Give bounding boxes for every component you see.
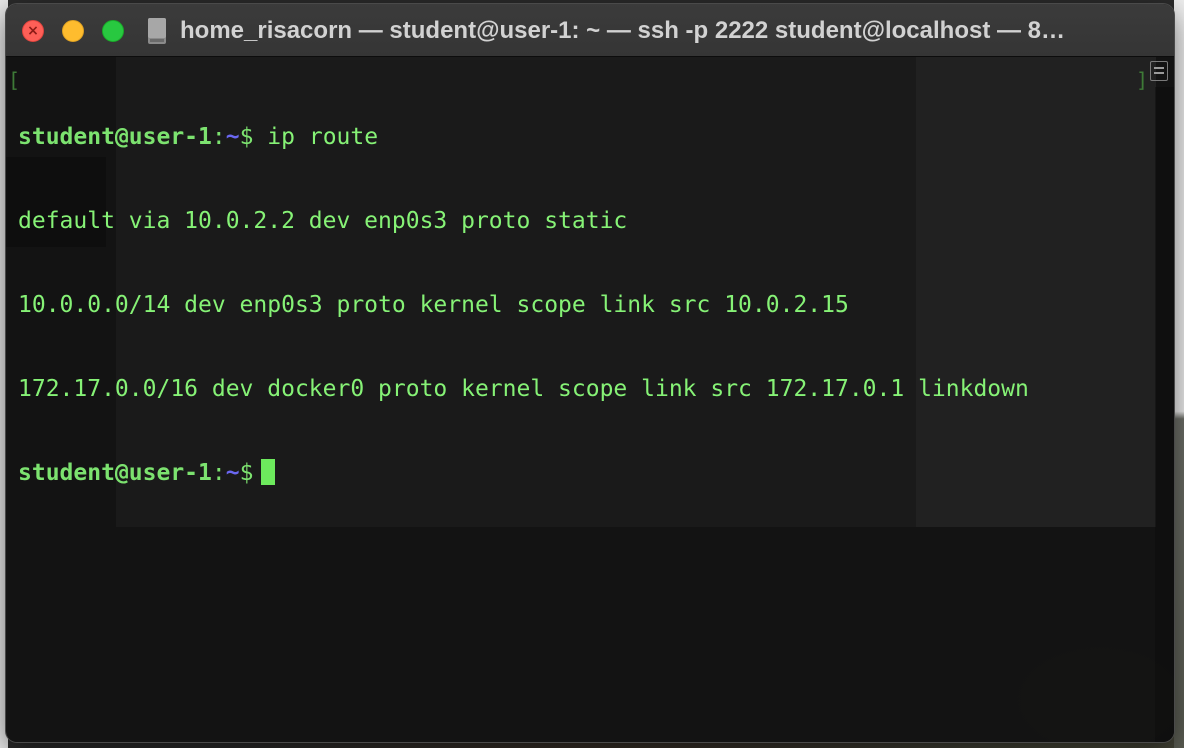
prompt-user-host: student@user-1 bbox=[18, 124, 212, 150]
output-line: 10.0.0.0/14 dev enp0s3 proto kernel scop… bbox=[18, 292, 849, 318]
close-button[interactable]: × bbox=[22, 20, 44, 42]
current-prompt-line: student@user-1:~$ bbox=[18, 459, 1138, 487]
prompt-path: ~ bbox=[225, 124, 240, 150]
command-text: ip route bbox=[253, 124, 379, 150]
terminal-window: × home_risacorn — student@user-1: ~ — ss… bbox=[6, 4, 1174, 742]
window-title: home_risacorn — student@user-1: ~ — ssh … bbox=[180, 17, 1066, 44]
prompt-colon: : bbox=[211, 124, 226, 150]
home-folder-icon bbox=[148, 18, 166, 44]
minimize-button[interactable] bbox=[62, 20, 84, 42]
background-window-edge bbox=[1174, 0, 1184, 748]
prompt-user-host: student@user-1 bbox=[18, 460, 212, 486]
prompt-dollar: $ bbox=[239, 460, 254, 486]
command-line: student@user-1:~$ ip route bbox=[18, 123, 1138, 151]
close-icon: × bbox=[27, 23, 39, 39]
output-line: 172.17.0.0/16 dev docker0 proto kernel s… bbox=[18, 376, 1029, 402]
output-line: default via 10.0.2.2 dev enp0s3 proto st… bbox=[18, 208, 628, 234]
prompt-colon: : bbox=[211, 460, 226, 486]
zoom-button[interactable] bbox=[102, 20, 124, 42]
scrollbar-track[interactable] bbox=[1155, 87, 1174, 742]
split-pane-button[interactable] bbox=[1150, 61, 1168, 81]
prompt-path: ~ bbox=[225, 460, 240, 486]
prompt-dollar: $ bbox=[239, 124, 254, 150]
text-cursor bbox=[261, 459, 276, 485]
terminal-area[interactable]: [ ] student@user-1:~$ ip route default v… bbox=[6, 57, 1174, 742]
terminal-screen: student@user-1:~$ ip route default via 1… bbox=[18, 67, 1138, 543]
title-bar[interactable]: × home_risacorn — student@user-1: ~ — ss… bbox=[6, 4, 1174, 57]
